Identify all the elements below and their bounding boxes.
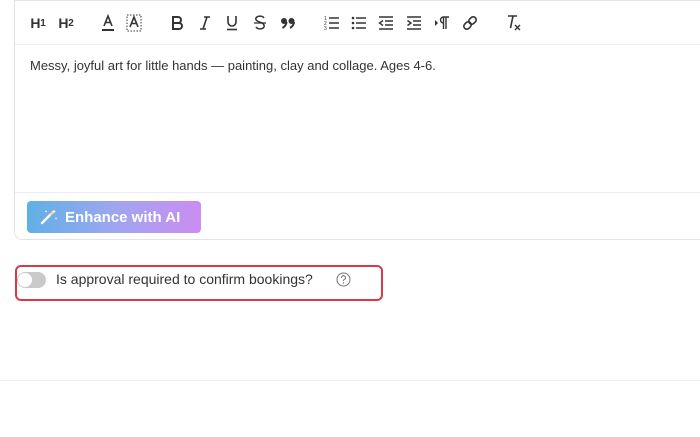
link-icon bbox=[463, 16, 477, 30]
editor-divider bbox=[15, 192, 700, 193]
bold-button[interactable] bbox=[169, 13, 185, 33]
heading-2-button[interactable]: H2 bbox=[56, 13, 76, 33]
bullet-list-icon bbox=[351, 16, 366, 30]
font-color-button[interactable] bbox=[99, 13, 117, 33]
section-divider bbox=[0, 380, 700, 381]
heading-2-label: H bbox=[58, 15, 69, 31]
heading-1-sub: 1 bbox=[40, 17, 46, 29]
blockquote-button[interactable] bbox=[279, 13, 297, 33]
outdent-button[interactable] bbox=[377, 13, 395, 33]
approval-required-toggle[interactable] bbox=[17, 272, 46, 288]
svg-text:3: 3 bbox=[324, 26, 327, 31]
italic-button[interactable] bbox=[197, 13, 213, 33]
blockquote-icon bbox=[281, 18, 296, 29]
question-circle-icon[interactable] bbox=[336, 272, 351, 287]
clear-formatting-icon bbox=[508, 15, 521, 31]
outdent-icon bbox=[378, 16, 393, 30]
bold-icon bbox=[172, 16, 183, 30]
strikethrough-icon bbox=[254, 15, 266, 30]
approval-required-label: Is approval required to confirm bookings… bbox=[56, 271, 313, 287]
heading-2-sub: 2 bbox=[68, 17, 74, 29]
underline-button[interactable] bbox=[224, 13, 240, 33]
underline-icon bbox=[227, 16, 237, 31]
ordered-list-icon: 1 2 3 bbox=[324, 16, 339, 31]
paragraph-direction-button[interactable] bbox=[433, 13, 451, 33]
toggle-knob bbox=[18, 273, 32, 287]
heading-1-label: H bbox=[30, 15, 41, 31]
ordered-list-button[interactable]: 1 2 3 bbox=[323, 13, 341, 33]
rich-text-editor: H1 H2 1 2 3 Messy, joyful art for little… bbox=[14, 0, 700, 240]
indent-icon bbox=[407, 16, 421, 30]
bullet-list-button[interactable] bbox=[350, 13, 368, 33]
indent-button[interactable] bbox=[405, 13, 423, 33]
paragraph-direction-icon bbox=[435, 16, 449, 29]
editor-content[interactable]: Messy, joyful art for little hands — pai… bbox=[30, 58, 436, 73]
italic-icon bbox=[200, 16, 210, 30]
highlight-button[interactable] bbox=[125, 13, 143, 33]
link-button[interactable] bbox=[461, 13, 479, 33]
enhance-with-ai-button[interactable]: Enhance with AI bbox=[27, 201, 201, 233]
strikethrough-button[interactable] bbox=[252, 13, 268, 33]
magic-wand-icon bbox=[40, 209, 58, 225]
highlight-icon bbox=[126, 14, 142, 32]
clear-formatting-button[interactable] bbox=[505, 13, 523, 33]
editor-toolbar: H1 H2 1 2 3 bbox=[15, 1, 700, 45]
heading-1-button[interactable]: H1 bbox=[28, 13, 48, 33]
enhance-with-ai-label: Enhance with AI bbox=[65, 208, 181, 226]
font-color-icon bbox=[102, 14, 114, 31]
